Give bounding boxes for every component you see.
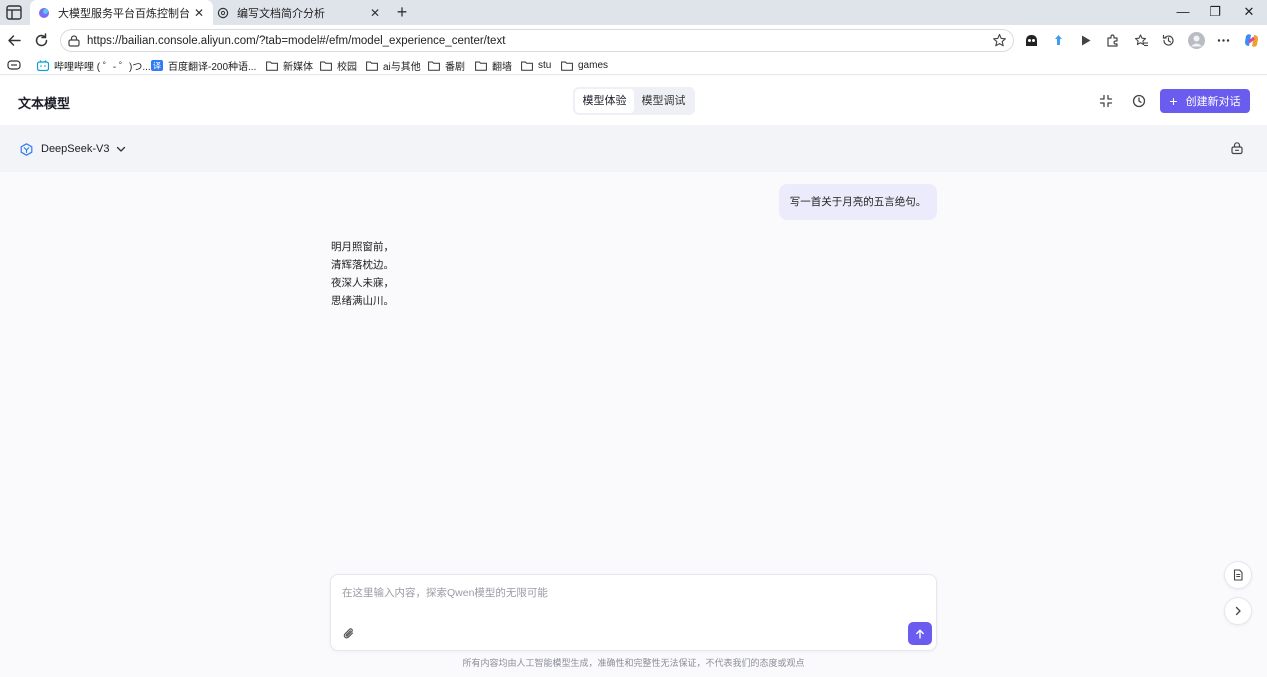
chevron-right-icon xyxy=(1235,606,1241,616)
bookmark-baidu-translate[interactable]: 译 百度翻译-200种语... xyxy=(151,57,256,73)
extension-ghost-icon[interactable] xyxy=(1024,33,1039,48)
close-tab-icon[interactable]: ✕ xyxy=(193,7,205,19)
bookmark-label: 新媒体 xyxy=(283,61,313,73)
folder-icon xyxy=(366,61,378,71)
browser-tab-bar: 大模型服务平台百炼控制台 ✕ 编写文档简介分析 ✕ + — ❐ ✕ xyxy=(0,0,1267,25)
chat-area: 写一首关于月亮的五言绝句。 明月照窗前， 清辉落枕边。 夜深人未寐， 思绪满山川… xyxy=(0,172,1267,677)
bookmark-label: 哔哩哔哩 ( ゜- ゜)つ... xyxy=(54,61,151,73)
tab-actions-icon[interactable] xyxy=(6,5,22,20)
folder-icon xyxy=(561,61,573,71)
disclaimer-text: 所有内容均由人工智能模型生成，准确性和完整性无法保证，不代表我们的态度或观点 xyxy=(462,658,805,668)
history-icon[interactable] xyxy=(1161,33,1176,48)
bookmark-folder[interactable]: 番剧 xyxy=(428,57,465,73)
browser-tab-bailian[interactable]: 大模型服务平台百炼控制台 ✕ xyxy=(30,0,213,25)
chevron-down-icon xyxy=(116,146,125,152)
more-options-icon[interactable] xyxy=(1216,33,1231,48)
bookmark-bilibili[interactable]: 哔哩哔哩 ( ゜- ゜)つ... xyxy=(37,57,151,73)
close-tab-icon[interactable]: ✕ xyxy=(369,7,381,19)
bookmark-label: 翻墙 xyxy=(492,61,512,73)
bookmark-label: 校园 xyxy=(337,61,357,73)
browser-tab-doc[interactable]: 编写文档简介分析 ✕ xyxy=(209,0,389,25)
new-chat-button[interactable]: + 创建新对话 xyxy=(1160,89,1250,113)
address-bar[interactable]: https://bailian.console.aliyun.com/?tab=… xyxy=(60,29,1014,52)
bookmark-folder[interactable]: stu xyxy=(521,57,551,73)
document-icon xyxy=(1233,569,1243,581)
tab-model-debug[interactable]: 模型调试 xyxy=(634,89,693,113)
tab-title: 编写文档简介分析 xyxy=(237,7,325,20)
svg-text:译: 译 xyxy=(153,61,161,70)
bookmark-label: 番剧 xyxy=(445,61,465,73)
history-clock-icon[interactable] xyxy=(1132,94,1146,108)
document-button[interactable] xyxy=(1224,561,1252,589)
model-selector[interactable]: DeepSeek-V3 xyxy=(20,141,126,157)
minimize-button[interactable]: — xyxy=(1176,5,1190,19)
lock-icon[interactable] xyxy=(1230,141,1244,155)
arrow-up-icon xyxy=(916,629,924,639)
chatgpt-favicon-icon xyxy=(217,7,229,18)
collapse-icon[interactable] xyxy=(1099,94,1113,108)
assistant-line: 夜深人未寐， xyxy=(331,277,394,289)
assistant-line: 思绪满山川。 xyxy=(331,295,394,307)
folder-icon xyxy=(320,61,332,71)
tab-model-experience[interactable]: 模型体验 xyxy=(575,89,634,113)
assistant-line: 明月照窗前， xyxy=(331,241,394,253)
copilot-icon[interactable] xyxy=(1243,32,1260,49)
prompt-input[interactable] xyxy=(342,583,927,603)
bookmark-folder[interactable]: 新媒体 xyxy=(266,57,313,73)
send-button[interactable] xyxy=(908,622,932,645)
paperclip-icon[interactable] xyxy=(342,627,356,641)
folder-icon xyxy=(475,61,487,71)
folder-icon xyxy=(428,61,440,71)
bookmark-folder[interactable]: 校园 xyxy=(320,57,357,73)
assistant-message: 明月照窗前， 清辉落枕边。 夜深人未寐， 思绪满山川。 xyxy=(331,238,394,310)
tab-title: 大模型服务平台百炼控制台 xyxy=(58,7,190,20)
bookmark-label: games xyxy=(578,59,609,71)
close-window-button[interactable]: ✕ xyxy=(1242,5,1256,19)
app-header: 文本模型 模型体验 模型调试 + 创建新对话 xyxy=(0,76,1267,125)
composer xyxy=(330,574,937,651)
assistant-line: 清辉落枕边。 xyxy=(331,259,394,271)
reload-icon[interactable] xyxy=(33,32,50,49)
expand-panel-button[interactable] xyxy=(1224,597,1252,625)
bailian-favicon-icon xyxy=(39,7,49,18)
user-message: 写一首关于月亮的五言绝句。 xyxy=(779,184,937,220)
folder-icon xyxy=(266,61,278,71)
extensions-puzzle-icon[interactable] xyxy=(1105,33,1120,48)
bookmark-folder[interactable]: 翻墙 xyxy=(475,57,512,73)
site-info-icon[interactable] xyxy=(67,34,81,48)
page-title: 文本模型 xyxy=(18,96,71,111)
new-tab-button[interactable]: + xyxy=(393,3,411,21)
folder-icon xyxy=(521,61,533,71)
reading-list-icon[interactable] xyxy=(7,59,21,71)
baidu-translate-icon: 译 xyxy=(151,59,163,71)
model-bar: DeepSeek-V3 xyxy=(0,125,1267,172)
favorite-star-icon[interactable] xyxy=(992,33,1007,48)
model-name: DeepSeek-V3 xyxy=(41,143,110,155)
profile-avatar-icon[interactable] xyxy=(1188,32,1205,49)
bookmark-label: 百度翻译-200种语... xyxy=(168,61,257,73)
extension-translate-icon[interactable] xyxy=(1051,33,1066,48)
back-arrow-icon[interactable] xyxy=(6,32,23,49)
bookmarks-bar: 哔哩哔哩 ( ゜- ゜)つ... 译 百度翻译-200种语... 新媒体 校园 … xyxy=(0,56,1267,75)
bookmark-label: ai与其他 xyxy=(383,61,421,73)
bookmark-folder[interactable]: games xyxy=(561,57,608,73)
browser-toolbar: https://bailian.console.aliyun.com/?tab=… xyxy=(0,25,1267,56)
url-text[interactable]: https://bailian.console.aliyun.com/?tab=… xyxy=(87,35,992,47)
bilibili-icon xyxy=(37,59,49,71)
model-logo-icon xyxy=(20,142,33,156)
extension-play-icon[interactable] xyxy=(1078,33,1093,48)
mode-switch: 模型体验 模型调试 xyxy=(573,87,695,115)
bookmark-folder[interactable]: ai与其他 xyxy=(366,57,421,73)
restore-button[interactable]: ❐ xyxy=(1208,5,1222,19)
new-chat-label: 创建新对话 xyxy=(1185,96,1241,108)
plus-icon: + xyxy=(1169,93,1178,109)
favorites-icon[interactable] xyxy=(1134,33,1149,48)
bookmark-label: stu xyxy=(538,59,552,71)
